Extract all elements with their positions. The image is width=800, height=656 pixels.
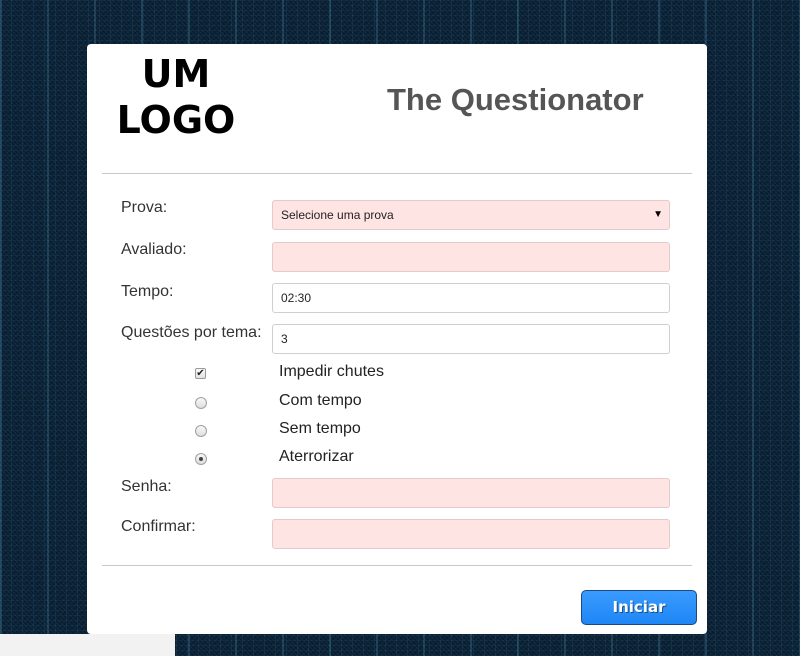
confirmar-label: Confirmar: xyxy=(121,518,196,535)
sem-tempo-row[interactable]: Sem tempo xyxy=(87,420,707,444)
logo: UM LOGO xyxy=(101,51,251,143)
impedir-chutes-checkbox[interactable]: ✔ xyxy=(195,368,206,379)
com-tempo-label: Com tempo xyxy=(279,392,362,409)
questionnaire-card: UM LOGO The Questionator Prova: Selecion… xyxy=(87,44,707,634)
senha-label: Senha: xyxy=(121,478,172,495)
sem-tempo-radio[interactable] xyxy=(195,425,207,437)
prova-select-value: Selecione uma prova xyxy=(281,208,394,222)
logo-line1: UM xyxy=(141,52,211,96)
questoes-input[interactable]: 3 xyxy=(272,324,670,354)
questoes-label: Questões por tema: xyxy=(121,324,262,341)
prova-select[interactable]: Selecione uma prova ▼ xyxy=(272,200,670,230)
start-button[interactable]: Iniciar xyxy=(581,590,697,625)
tempo-label: Tempo: xyxy=(121,283,174,300)
page-title: The Questionator xyxy=(387,82,644,117)
aterrorizar-radio[interactable] xyxy=(195,453,207,465)
confirmar-input[interactable] xyxy=(272,519,670,549)
prova-label: Prova: xyxy=(121,199,168,216)
avaliado-input[interactable] xyxy=(272,242,670,272)
top-divider xyxy=(102,173,692,174)
com-tempo-row[interactable]: Com tempo xyxy=(87,392,707,416)
bottom-left-strip xyxy=(0,634,175,656)
tempo-input[interactable]: 02:30 xyxy=(272,283,670,313)
chevron-down-icon: ▼ xyxy=(653,209,663,220)
senha-input[interactable] xyxy=(272,478,670,508)
bottom-divider xyxy=(102,565,692,566)
avaliado-label: Avaliado: xyxy=(121,241,187,258)
impedir-chutes-row[interactable]: ✔ Impedir chutes xyxy=(87,363,707,387)
impedir-chutes-label: Impedir chutes xyxy=(279,363,384,380)
aterrorizar-label: Aterrorizar xyxy=(279,448,354,465)
sem-tempo-label: Sem tempo xyxy=(279,420,361,437)
com-tempo-radio[interactable] xyxy=(195,397,207,409)
logo-line2: LOGO xyxy=(116,98,236,142)
aterrorizar-row[interactable]: Aterrorizar xyxy=(87,448,707,472)
